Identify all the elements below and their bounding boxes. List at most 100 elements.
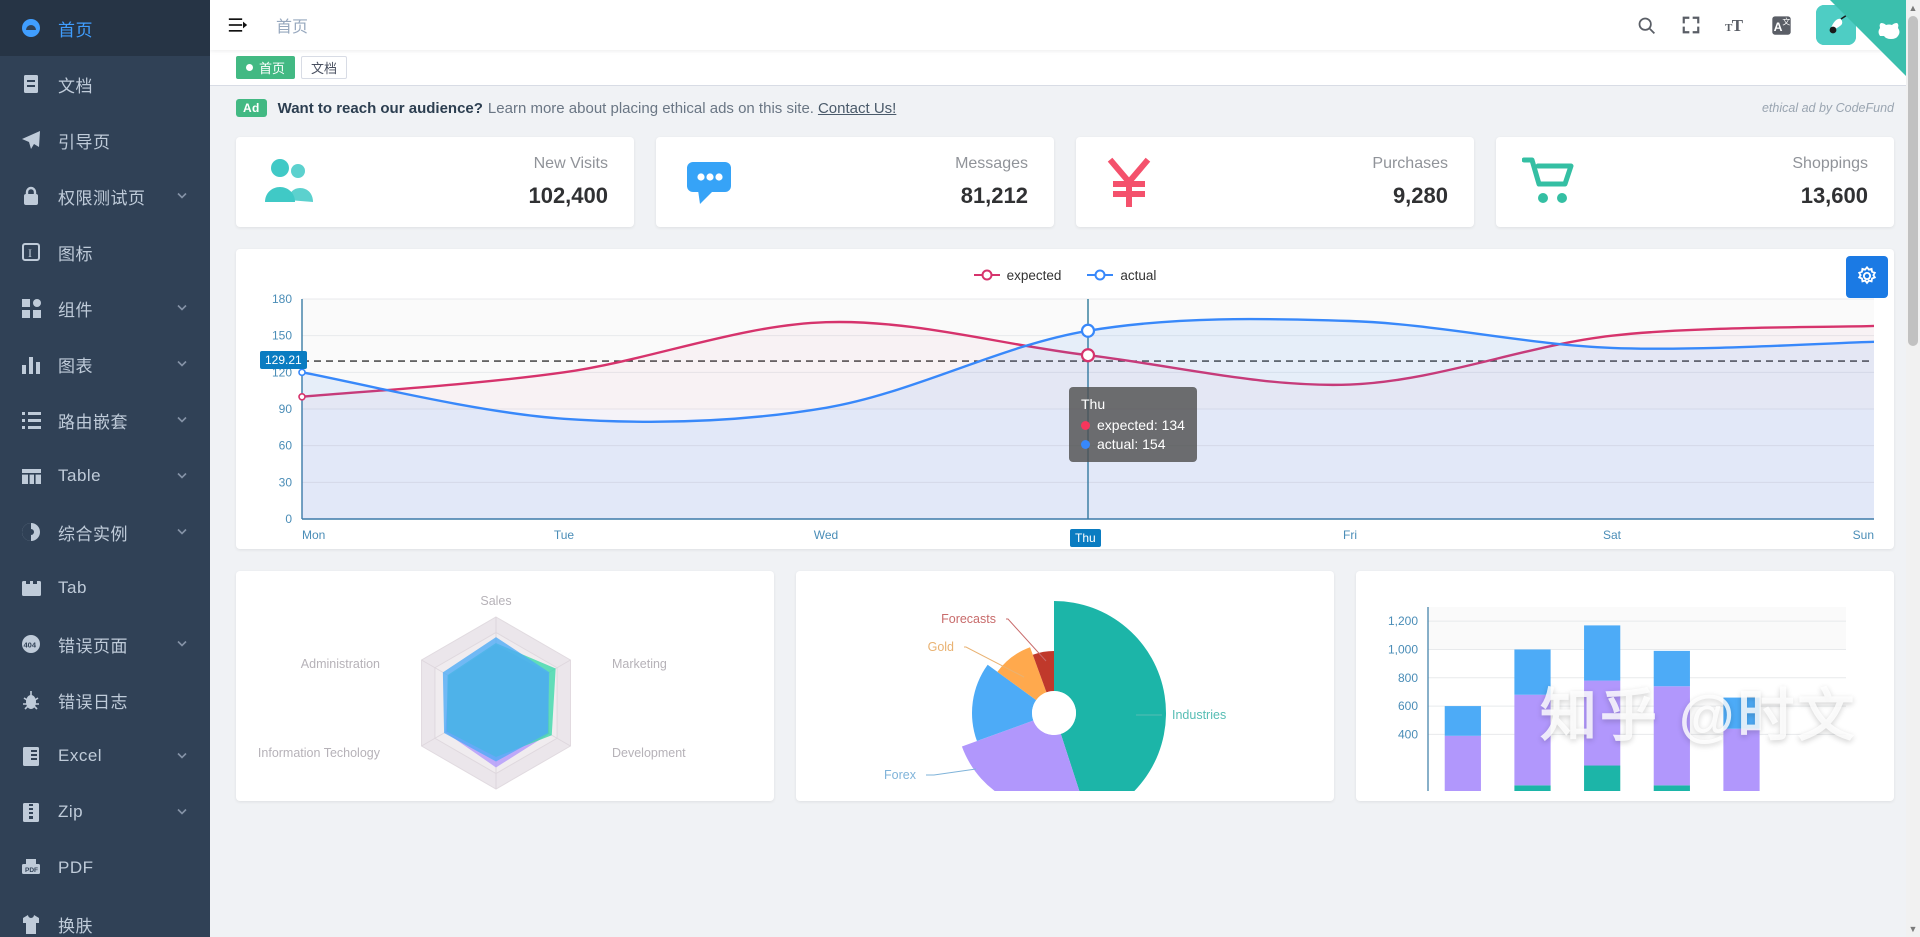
scroll-up-arrow-icon[interactable]: ▲ — [1906, 0, 1920, 16]
legend-marker-icon — [1087, 269, 1114, 281]
tag-label: 首页 — [259, 61, 286, 76]
fullscreen-icon[interactable] — [1681, 15, 1701, 35]
bar-y-axis-tick: 1,200 — [1388, 614, 1418, 628]
chevron-down-icon — [176, 466, 190, 486]
breadcrumb[interactable]: 首页 — [276, 13, 308, 37]
font-size-icon[interactable]: T T — [1725, 15, 1747, 35]
y-axis-tick: 0 — [285, 512, 292, 526]
scroll-down-arrow-icon[interactable]: ▼ — [1906, 921, 1920, 937]
radar-indicator-label: Administration — [301, 657, 380, 671]
svg-text:I: I — [28, 246, 32, 260]
example-circle-icon — [20, 521, 46, 543]
settings-fab-button[interactable] — [1846, 256, 1888, 298]
sidebar-item-13[interactable]: 错误日志 — [0, 672, 210, 728]
sidebar-item-label: 图表 — [58, 356, 93, 376]
stat-card-title: Shoppings — [1792, 155, 1868, 172]
people-icon — [262, 154, 328, 210]
stat-card-purchases[interactable]: Purchases 9,280 — [1076, 137, 1474, 227]
bar-segment — [1444, 735, 1481, 791]
stat-cards: New Visits 102,400 Messages 81,212 Purchases… — [236, 137, 1894, 227]
line-chart-card: expected actual 0 30 60 90 120 150 180 Mon Tue We… — [236, 249, 1894, 549]
radar-chart-card[interactable]: Sales Marketing Development Information Tec… — [236, 571, 774, 801]
sidebar-item-9[interactable]: Table — [0, 448, 210, 504]
x-axis-tick: Sat — [1603, 528, 1622, 542]
ad-contact-link[interactable]: Contact Us! — [818, 100, 896, 117]
sidebar-item-10[interactable]: 综合实例 — [0, 504, 210, 560]
stat-card-value: 81,212 — [960, 183, 1028, 208]
shopping-cart-icon — [1522, 154, 1588, 210]
sidebar-item-12[interactable]: 404 错误页面 — [0, 616, 210, 672]
ad-body: Learn more about placing ethical ads on … — [487, 99, 814, 117]
x-axis-tick: Sun — [1853, 528, 1874, 542]
sidebar-item-14[interactable]: Excel — [0, 728, 210, 784]
stat-card-shoppings[interactable]: Shoppings 13,600 — [1496, 137, 1894, 227]
scrollbar-thumb[interactable] — [1908, 16, 1918, 346]
rose-pie-chart-card[interactable]: Industries Forex Gold Forecasts — [796, 571, 1334, 801]
chevron-down-icon — [176, 186, 190, 206]
pdf-file-icon: PDF — [20, 857, 46, 879]
search-icon[interactable] — [1636, 15, 1657, 36]
sidebar-item-label: 综合实例 — [58, 524, 128, 544]
sidebar-item-2[interactable]: 文档 — [0, 56, 210, 112]
bar-segment — [1723, 728, 1760, 791]
line-chart-plot[interactable]: 0306090120150180MonTueWedThuFriSatSun Th… — [254, 287, 1876, 547]
sidebar-item-16[interactable]: PDF PDF — [0, 840, 210, 896]
line-chart-legend: expected actual — [254, 263, 1876, 287]
hamburger-collapse-icon[interactable] — [228, 15, 248, 35]
icon-badge-icon: I — [20, 241, 46, 263]
ad-banner: Ad Want to reach our audience? Learn mor… — [210, 86, 1920, 129]
sidebar-item-6[interactable]: 组件 — [0, 280, 210, 336]
sidebar-item-label: 文档 — [58, 76, 93, 96]
bar-segment — [1653, 650, 1690, 687]
bar-y-axis-tick: 800 — [1398, 671, 1418, 685]
sidebar-item-label: 图标 — [58, 244, 93, 264]
sidebar-item-5[interactable]: I 图标 — [0, 224, 210, 280]
sidebar-item-15[interactable]: Zip — [0, 784, 210, 840]
bar-segment — [1514, 785, 1551, 791]
sidebar-item-4[interactable]: 权限测试页 — [0, 168, 210, 224]
legend-actual[interactable]: actual — [1087, 268, 1156, 283]
sidebar-item-label: 引导页 — [58, 132, 111, 152]
chevron-down-icon — [176, 298, 190, 318]
sidebar-item-17[interactable]: 换肤 — [0, 896, 210, 937]
active-dot-icon — [246, 64, 253, 71]
stat-card-new-visits[interactable]: New Visits 102,400 — [236, 137, 634, 227]
bug-icon — [20, 689, 46, 711]
tag-home[interactable]: 首页 — [236, 56, 296, 79]
ad-headline: Want to reach our audience? — [277, 99, 483, 117]
pie-slice-label: Forecasts — [941, 612, 996, 626]
settings-gear-icon — [1856, 265, 1878, 290]
page-scrollbar[interactable]: ▲ ▼ — [1906, 0, 1920, 937]
radar-indicator-label: Sales — [480, 594, 511, 608]
markline-value-label: 129.21 — [260, 351, 307, 370]
stat-card-text: Shoppings 13,600 — [1792, 155, 1868, 209]
svg-text:404: 404 — [24, 641, 37, 650]
legend-expected[interactable]: expected — [973, 267, 1062, 283]
sidebar-item-8[interactable]: 路由嵌套 — [0, 392, 210, 448]
sidebar: 首页 文档 引导页 权限测试页 I 图标 组件 图表 路由嵌套 Table 综合实例 Tab 404 错误… — [0, 0, 210, 937]
stat-card-text: Messages 81,212 — [955, 155, 1028, 209]
radar-indicator-label: Development — [612, 746, 686, 760]
sidebar-item-label: 路由嵌套 — [58, 412, 128, 432]
sidebar-item-3[interactable]: 引导页 — [0, 112, 210, 168]
theme-shirt-icon — [20, 913, 46, 935]
chevron-down-icon — [176, 354, 190, 374]
page-content: New Visits 102,400 Messages 81,212 Purchases… — [210, 137, 1920, 801]
stacked-bar-chart-card[interactable]: 400 600 800 1,000 1,200 — [1356, 571, 1894, 801]
legend-label: expected — [1006, 267, 1062, 283]
sidebar-item-label: Tab — [58, 578, 87, 597]
bar-segment — [1723, 697, 1760, 729]
stat-card-text: New Visits 102,400 — [528, 155, 608, 209]
tag-documentation[interactable]: 文档 — [301, 56, 348, 79]
avatar-dropdown[interactable] — [1816, 5, 1874, 45]
y-axis-tick: 150 — [272, 329, 292, 343]
stat-card-messages[interactable]: Messages 81,212 — [656, 137, 1054, 227]
tab-folder-icon — [20, 577, 46, 599]
language-icon[interactable]: A 文 — [1771, 15, 1792, 36]
sidebar-item-11[interactable]: Tab — [0, 560, 210, 616]
guide-paper-plane-icon — [20, 129, 46, 151]
sidebar-item-1[interactable]: 首页 — [0, 0, 210, 56]
sidebar-item-7[interactable]: 图表 — [0, 336, 210, 392]
nested-list-icon — [20, 409, 46, 431]
chevron-down-icon — [176, 634, 190, 654]
